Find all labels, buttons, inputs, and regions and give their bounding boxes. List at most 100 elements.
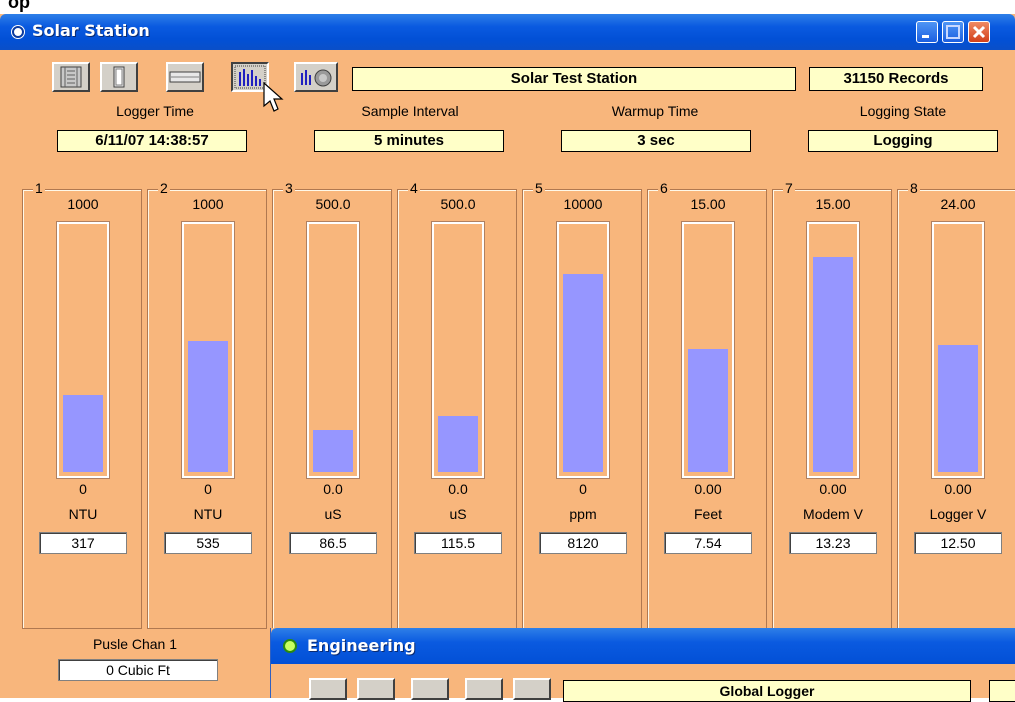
channel-unit: NTU <box>68 506 98 522</box>
channel-max: 1000 <box>67 196 99 212</box>
channel-value: 8120 <box>539 532 627 554</box>
panel-view-icon <box>60 66 82 88</box>
channel-max: 500.0 <box>315 196 351 212</box>
station-name-field: Solar Test Station <box>352 67 796 91</box>
engineering-single-column-button[interactable] <box>357 678 395 700</box>
channel-max: 15.00 <box>690 196 726 212</box>
channel-unit: ppm <box>569 506 597 522</box>
channel-number: 2 <box>158 180 170 196</box>
single-column-icon <box>113 66 125 88</box>
channel-number: 7 <box>783 180 795 196</box>
window-title: Solar Station <box>32 21 150 40</box>
channel-value: 86.5 <box>289 532 377 554</box>
channel-bar-track <box>56 221 110 479</box>
channel-max: 15.00 <box>815 196 851 212</box>
minimize-icon <box>922 35 929 38</box>
channel-min: 0.00 <box>944 481 972 497</box>
pulse-channel-value: 0 Cubic Ft <box>58 659 218 681</box>
minimize-button[interactable] <box>916 21 938 43</box>
channel-max: 10000 <box>563 196 603 212</box>
channel-min: 0 <box>579 481 587 497</box>
channel-4-panel: 4 500.0 0.0 uS 115.5 <box>397 180 517 629</box>
background-window-title: op <box>8 0 30 12</box>
channel-min: 0 <box>79 481 87 497</box>
channel-3-panel: 3 500.0 0.0 uS 86.5 <box>272 180 392 629</box>
channel-number: 1 <box>33 180 45 196</box>
channel-bar-track <box>431 221 485 479</box>
channel-number: 8 <box>908 180 920 196</box>
maximize-icon <box>946 25 960 39</box>
channel-min: 0.00 <box>819 481 847 497</box>
channel-unit: Modem V <box>803 506 863 522</box>
engineering-gauge-view-button[interactable] <box>513 678 551 700</box>
mouse-cursor-icon <box>263 82 284 112</box>
channel-bar-track <box>681 221 735 479</box>
solar-station-window: Solar Station Solar Test Station 31150 R… <box>0 14 1015 698</box>
channel-max: 1000 <box>192 196 224 212</box>
channel-number: 6 <box>658 180 670 196</box>
channel-unit: uS <box>449 506 467 522</box>
channel-bar-fill <box>688 349 728 472</box>
sample-interval-label: Sample Interval <box>361 103 459 119</box>
horizontal-bar-icon <box>169 71 201 83</box>
channel-6-panel: 6 15.00 0.00 Feet 7.54 <box>647 180 767 629</box>
engineering-window[interactable]: Engineering Global Logger <box>270 628 1015 702</box>
channel-bar-track <box>181 221 235 479</box>
channel-5-panel: 5 10000 0 ppm 8120 <box>522 180 642 629</box>
pulse-channel-label: Pusle Chan 1 <box>92 636 178 652</box>
channel-value: 7.54 <box>664 532 752 554</box>
gauge-view-button[interactable] <box>294 62 338 92</box>
engineering-window-title: Engineering <box>307 636 416 655</box>
channel-7-panel: 7 15.00 0.00 Modem V 13.23 <box>772 180 892 629</box>
single-column-button[interactable] <box>100 62 138 92</box>
channel-value: 115.5 <box>414 532 502 554</box>
channel-bar-track <box>806 221 860 479</box>
channel-min: 0.0 <box>448 481 468 497</box>
logger-time-field: 6/11/07 14:38:57 <box>57 130 247 152</box>
engineering-bar-chart-button[interactable] <box>465 678 503 700</box>
logging-state-field: Logging <box>808 130 998 152</box>
channel-bar-fill <box>63 395 103 472</box>
channel-value: 535 <box>164 532 252 554</box>
channel-bar-fill <box>313 430 353 472</box>
channel-bar-fill <box>188 341 228 472</box>
logger-time-label: Logger Time <box>116 103 194 119</box>
background-window-strip: op <box>0 0 1015 14</box>
logging-state-label: Logging State <box>859 103 947 119</box>
channel-unit: Feet <box>693 506 722 522</box>
app-icon[interactable] <box>12 26 24 38</box>
channel-max: 500.0 <box>440 196 476 212</box>
channel-unit: uS <box>324 506 342 522</box>
horizontal-bar-button[interactable] <box>166 62 204 92</box>
channel-8-panel: 8 24.00 0.00 Logger V 12.50 <box>897 180 1015 629</box>
channel-1-panel: 1 1000 0 NTU 317 <box>22 180 142 629</box>
maximize-button[interactable] <box>942 21 964 43</box>
channel-number: 5 <box>533 180 545 196</box>
warmup-time-label: Warmup Time <box>611 103 699 119</box>
channel-unit: NTU <box>193 506 223 522</box>
channel-value: 13.23 <box>789 532 877 554</box>
channel-min: 0.0 <box>323 481 343 497</box>
close-button[interactable] <box>968 21 990 43</box>
title-bar[interactable]: Solar Station <box>0 14 1015 50</box>
engineering-panel-view-button[interactable] <box>309 678 347 700</box>
records-count-field: 31150 Records <box>809 67 983 91</box>
channel-max: 24.00 <box>940 196 976 212</box>
channel-bar-track <box>556 221 610 479</box>
channel-bar-fill <box>938 345 978 472</box>
engineering-horizontal-bar-button[interactable] <box>411 678 449 700</box>
channel-number: 4 <box>408 180 420 196</box>
channel-value: 317 <box>39 532 127 554</box>
sample-interval-field: 5 minutes <box>314 130 504 152</box>
engineering-records-field <box>989 680 1015 702</box>
close-icon <box>972 25 986 39</box>
channel-number: 3 <box>283 180 295 196</box>
channel-unit: Logger V <box>929 506 987 522</box>
channel-min: 0 <box>204 481 212 497</box>
channel-bar-fill <box>813 257 853 472</box>
engineering-title-bar[interactable]: Engineering <box>271 628 1015 664</box>
channel-bar-fill <box>563 274 603 472</box>
panel-view-button[interactable] <box>52 62 90 92</box>
channel-value: 12.50 <box>914 532 1002 554</box>
channel-bar-fill <box>438 416 478 472</box>
